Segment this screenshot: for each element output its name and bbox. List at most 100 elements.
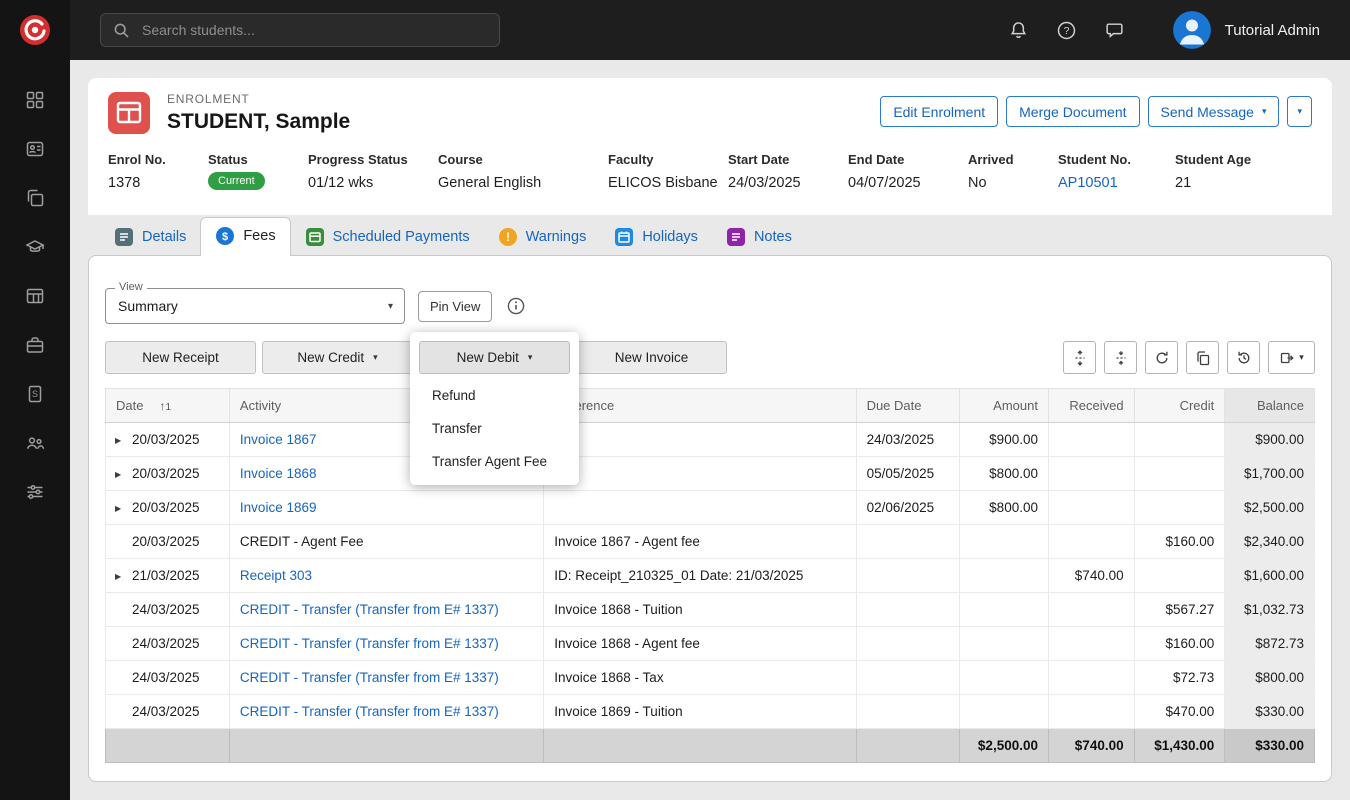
expand-row-icon[interactable]: ▶ xyxy=(115,504,121,513)
column-header-received[interactable]: Received xyxy=(1048,389,1134,423)
fees-table: Date↑1 Activity Reference Due Date Amoun… xyxy=(105,388,1315,763)
sidebar-item-settings[interactable] xyxy=(23,482,47,502)
expand-row-icon[interactable]: ▶ xyxy=(115,436,121,445)
credit-cell: $567.27 xyxy=(1134,593,1225,627)
table-row[interactable]: ▶20/03/2025 Invoice 1868 05/05/2025 $800… xyxy=(106,457,1315,491)
tab-notes[interactable]: Notes xyxy=(712,219,806,255)
info-end-date: End Date 04/07/2025 xyxy=(848,152,968,191)
sliders-icon xyxy=(25,482,45,502)
column-header-date[interactable]: Date↑1 xyxy=(106,389,230,423)
activity-link[interactable]: Invoice 1868 xyxy=(240,466,317,481)
merge-document-button[interactable]: Merge Document xyxy=(1006,96,1139,127)
column-header-reference[interactable]: Reference xyxy=(544,389,856,423)
view-select-value: Summary xyxy=(106,289,404,323)
tab-details[interactable]: Details xyxy=(100,219,200,255)
expand-row-icon[interactable]: ▶ xyxy=(115,572,121,581)
activity-link[interactable]: CREDIT - Transfer (Transfer from E# 1337… xyxy=(240,602,499,617)
sidebar-item-agents[interactable] xyxy=(23,335,47,355)
app-logo[interactable] xyxy=(0,0,70,60)
menu-item-transfer[interactable]: Transfer xyxy=(419,412,570,445)
new-credit-button[interactable]: New Credit▾ xyxy=(262,341,413,374)
tab-holidays[interactable]: Holidays xyxy=(600,219,712,255)
table-row[interactable]: ▶21/03/2025 Receipt 303 ID: Receipt_2103… xyxy=(106,559,1315,593)
sidebar-item-groups[interactable] xyxy=(23,433,47,453)
expand-row-icon[interactable]: ▶ xyxy=(115,470,121,479)
svg-text:?: ? xyxy=(1064,25,1070,37)
view-select-label: View xyxy=(115,281,147,293)
activity-link[interactable]: CREDIT - Transfer (Transfer from E# 1337… xyxy=(240,636,499,651)
sidebar-item-dashboard[interactable] xyxy=(23,90,47,110)
table-row[interactable]: 24/03/2025 CREDIT - Transfer (Transfer f… xyxy=(106,695,1315,729)
amount-cell: $800.00 xyxy=(960,457,1049,491)
column-header-balance[interactable]: Balance xyxy=(1225,389,1315,423)
new-invoice-button[interactable]: New Invoice xyxy=(576,341,727,374)
table-row[interactable]: 20/03/2025 CREDIT - Agent Fee Invoice 18… xyxy=(106,525,1315,559)
search-input[interactable] xyxy=(140,21,487,39)
received-cell xyxy=(1048,457,1134,491)
user-avatar[interactable] xyxy=(1173,11,1211,49)
view-select[interactable]: View Summary ▾ xyxy=(105,288,405,324)
refresh-button[interactable] xyxy=(1145,341,1178,374)
help-button[interactable]: ? xyxy=(1055,18,1079,42)
notifications-button[interactable] xyxy=(1007,18,1031,42)
chevron-down-icon: ▾ xyxy=(373,352,378,363)
menu-item-refund[interactable]: Refund xyxy=(419,379,570,412)
sidebar-item-documents[interactable] xyxy=(23,188,47,208)
table-row[interactable]: 24/03/2025 CREDIT - Transfer (Transfer f… xyxy=(106,661,1315,695)
copy-button[interactable] xyxy=(1186,341,1219,374)
credit-cell: $470.00 xyxy=(1134,695,1225,729)
search-box xyxy=(100,13,500,47)
edit-enrolment-button[interactable]: Edit Enrolment xyxy=(880,96,998,127)
table-row[interactable]: 24/03/2025 CREDIT - Transfer (Transfer f… xyxy=(106,593,1315,627)
table-row[interactable]: ▶20/03/2025 Invoice 1869 02/06/2025 $800… xyxy=(106,491,1315,525)
record-type-label: ENROLMENT xyxy=(167,92,350,106)
table-row[interactable]: ▶20/03/2025 Invoice 1867 24/03/2025 $900… xyxy=(106,423,1315,457)
activity-link[interactable]: Invoice 1869 xyxy=(240,500,317,515)
sidebar-item-finance[interactable]: S xyxy=(23,384,47,404)
page-title: STUDENT, Sample xyxy=(167,110,350,134)
column-header-due-date[interactable]: Due Date xyxy=(856,389,960,423)
due-date-cell xyxy=(856,593,960,627)
sidebar-item-timetable[interactable] xyxy=(23,286,47,306)
tab-bar: Details $ Fees Scheduled Payments ! Warn… xyxy=(88,215,1332,255)
send-message-button[interactable]: Send Message▾ xyxy=(1148,96,1280,127)
balance-cell: $1,600.00 xyxy=(1225,559,1315,593)
chevron-down-icon: ▾ xyxy=(1297,106,1302,117)
tab-warnings[interactable]: ! Warnings xyxy=(484,219,601,255)
more-actions-button[interactable]: ▾ xyxy=(1287,96,1312,127)
view-info-button[interactable] xyxy=(506,296,526,316)
column-header-amount[interactable]: Amount xyxy=(960,389,1049,423)
balance-cell: $872.73 xyxy=(1225,627,1315,661)
activity-cell: CREDIT - Agent Fee xyxy=(229,525,543,559)
column-header-credit[interactable]: Credit xyxy=(1134,389,1225,423)
new-debit-button[interactable]: New Debit▾ xyxy=(419,341,570,374)
new-receipt-button[interactable]: New Receipt xyxy=(105,341,256,374)
chat-icon xyxy=(1104,20,1125,41)
menu-item-transfer-agent-fee[interactable]: Transfer Agent Fee xyxy=(419,445,570,478)
amount-cell xyxy=(960,695,1049,729)
activity-link[interactable]: CREDIT - Transfer (Transfer from E# 1337… xyxy=(240,704,499,719)
feedback-button[interactable] xyxy=(1103,18,1127,42)
info-progress-status: Progress Status 01/12 wks xyxy=(308,152,438,191)
holidays-icon xyxy=(614,227,634,247)
info-value: 24/03/2025 xyxy=(728,175,848,191)
pin-view-button[interactable]: Pin View xyxy=(418,291,492,322)
history-button[interactable] xyxy=(1227,341,1260,374)
student-no-link[interactable]: AP10501 xyxy=(1058,175,1175,191)
warnings-icon: ! xyxy=(498,227,518,247)
activity-link[interactable]: CREDIT - Transfer (Transfer from E# 1337… xyxy=(240,670,499,685)
reference-cell: Invoice 1869 - Tuition xyxy=(544,695,856,729)
amount-cell xyxy=(960,593,1049,627)
tab-fees[interactable]: $ Fees xyxy=(200,217,290,256)
contact-card-icon xyxy=(25,139,45,159)
date-cell: 24/03/2025 xyxy=(106,593,230,627)
collapse-all-button[interactable] xyxy=(1104,341,1137,374)
activity-link[interactable]: Invoice 1867 xyxy=(240,432,317,447)
tab-scheduled-payments[interactable]: Scheduled Payments xyxy=(291,219,484,255)
sidebar-item-contacts[interactable] xyxy=(23,139,47,159)
sidebar-item-courses[interactable] xyxy=(23,237,47,257)
expand-all-button[interactable] xyxy=(1063,341,1096,374)
activity-link[interactable]: Receipt 303 xyxy=(240,568,312,583)
export-button[interactable]: ▾ xyxy=(1268,341,1315,374)
table-row[interactable]: 24/03/2025 CREDIT - Transfer (Transfer f… xyxy=(106,627,1315,661)
